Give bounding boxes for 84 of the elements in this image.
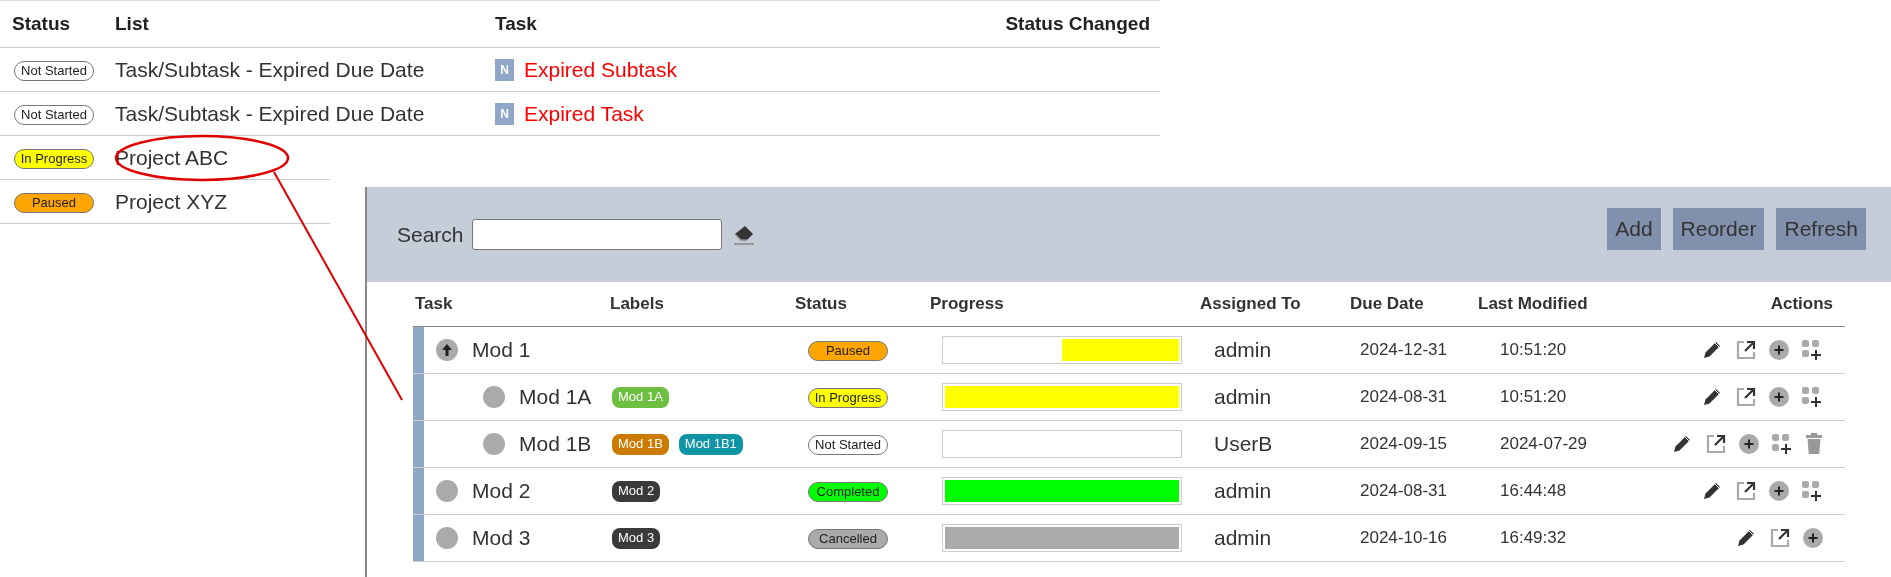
status-badge: Completed: [808, 481, 888, 502]
search-label: Search: [397, 221, 464, 248]
task-name[interactable]: Mod 1: [472, 334, 531, 366]
list-name: Task/Subtask - Expired Due Date: [115, 58, 425, 82]
open-external-icon[interactable]: [1769, 527, 1791, 549]
add-subtask-icon[interactable]: [1801, 339, 1823, 361]
label-tag: Mod 3: [612, 527, 661, 549]
task-name[interactable]: Mod 2: [472, 475, 531, 507]
assigned-user: admin: [1213, 384, 1273, 411]
last-modified: 16:49:32: [1499, 527, 1568, 550]
last-modified: 2024-07-29: [1499, 433, 1588, 456]
column-header: Status: [11, 11, 72, 36]
due-date: 2024-12-31: [1359, 339, 1448, 362]
edit-icon[interactable]: [1735, 527, 1757, 549]
task-type-badge: N: [495, 103, 514, 125]
row-indicator-bar: [413, 327, 424, 373]
label-tag: Mod 2: [612, 480, 661, 502]
search-field[interactable]: [471, 219, 722, 250]
column-header: Status Changed: [1004, 11, 1151, 36]
assigned-user: UserB: [1213, 431, 1274, 458]
eraser-icon[interactable]: [731, 223, 756, 246]
due-date: 2024-09-15: [1359, 433, 1448, 456]
label-tag: Mod 1A: [612, 386, 669, 408]
edit-icon[interactable]: [1701, 386, 1723, 408]
edit-icon[interactable]: [1671, 433, 1693, 455]
column-header: Labels: [610, 293, 665, 316]
add-icon[interactable]: [1769, 387, 1789, 407]
column-header: Assigned To: [1200, 293, 1302, 316]
add-icon[interactable]: [1739, 434, 1759, 454]
list-name: Project XYZ: [115, 190, 228, 214]
assigned-user: admin: [1213, 478, 1273, 505]
status-badge: Cancelled: [808, 528, 888, 549]
open-external-icon[interactable]: [1705, 433, 1727, 455]
last-modified: 10:51:20: [1499, 339, 1568, 362]
delete-icon[interactable]: [1805, 433, 1823, 455]
add-icon[interactable]: [1769, 481, 1789, 501]
label-tag: Mod 1B: [612, 433, 669, 455]
open-external-icon[interactable]: [1735, 339, 1757, 361]
last-modified: 16:44:48: [1499, 480, 1568, 503]
task-link[interactable]: Expired Task: [524, 98, 644, 130]
add-icon[interactable]: [1769, 340, 1789, 360]
status-badge: In Progress: [14, 148, 94, 169]
row-indicator-bar: [413, 468, 424, 514]
list-name: Task/Subtask - Expired Due Date: [115, 102, 425, 126]
task-type-badge: N: [495, 59, 514, 81]
due-date: 2024-08-31: [1359, 480, 1448, 503]
row-indicator-bar: [413, 421, 424, 467]
open-external-icon[interactable]: [1735, 480, 1757, 502]
column-header: Last Modified: [1478, 293, 1589, 316]
assigned-user: admin: [1213, 525, 1273, 552]
status-badge: Not Started: [14, 60, 94, 81]
task-name[interactable]: Mod 1B: [519, 428, 592, 460]
toolbar-button[interactable]: Reorder: [1672, 207, 1765, 250]
status-badge: Not Started: [808, 434, 888, 455]
task-name[interactable]: Mod 1A: [519, 381, 592, 413]
row-indicator-bar: [413, 374, 424, 420]
column-header: Status: [795, 293, 848, 316]
status-badge: Paused: [808, 340, 888, 361]
status-badge: In Progress: [808, 387, 888, 408]
add-subtask-icon[interactable]: [1801, 386, 1823, 408]
row-indicator-bar: [413, 515, 424, 561]
assigned-user: admin: [1213, 337, 1273, 364]
due-date: 2024-10-16: [1359, 527, 1448, 550]
column-header: Task: [495, 11, 538, 36]
toolbar-button[interactable]: Add: [1607, 207, 1661, 250]
toolbar-button[interactable]: Refresh: [1776, 207, 1866, 250]
add-subtask-icon[interactable]: [1771, 433, 1793, 455]
add-subtask-icon[interactable]: [1801, 480, 1823, 502]
open-external-icon[interactable]: [1735, 386, 1757, 408]
column-header: Progress: [930, 293, 1005, 316]
task-link[interactable]: Expired Subtask: [524, 54, 677, 86]
column-header: Due Date: [1350, 293, 1425, 316]
edit-icon[interactable]: [1701, 339, 1723, 361]
column-header: Actions: [1769, 293, 1834, 316]
due-date: 2024-08-31: [1359, 386, 1448, 409]
label-tag: Mod 1B1: [678, 433, 743, 455]
add-icon[interactable]: [1803, 528, 1823, 548]
edit-icon[interactable]: [1701, 480, 1723, 502]
task-name[interactable]: Mod 3: [472, 522, 531, 554]
last-modified: 10:51:20: [1499, 386, 1568, 409]
column-header: List: [115, 11, 150, 36]
status-badge: Paused: [14, 192, 94, 213]
status-badge: Not Started: [14, 104, 94, 125]
column-header: Task: [414, 293, 454, 316]
